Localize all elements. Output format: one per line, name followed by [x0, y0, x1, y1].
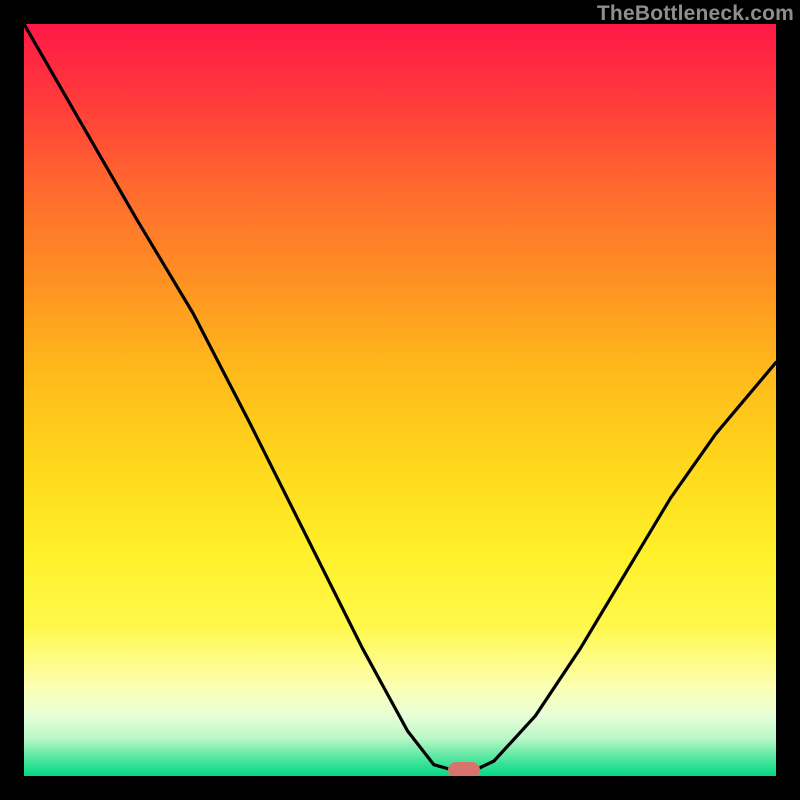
chart-frame: TheBottleneck.com [0, 0, 800, 800]
plot-area [24, 24, 776, 776]
bottleneck-curve [24, 24, 776, 776]
curve-path [24, 24, 776, 770]
watermark-text: TheBottleneck.com [597, 2, 794, 26]
optimum-marker [448, 762, 480, 776]
